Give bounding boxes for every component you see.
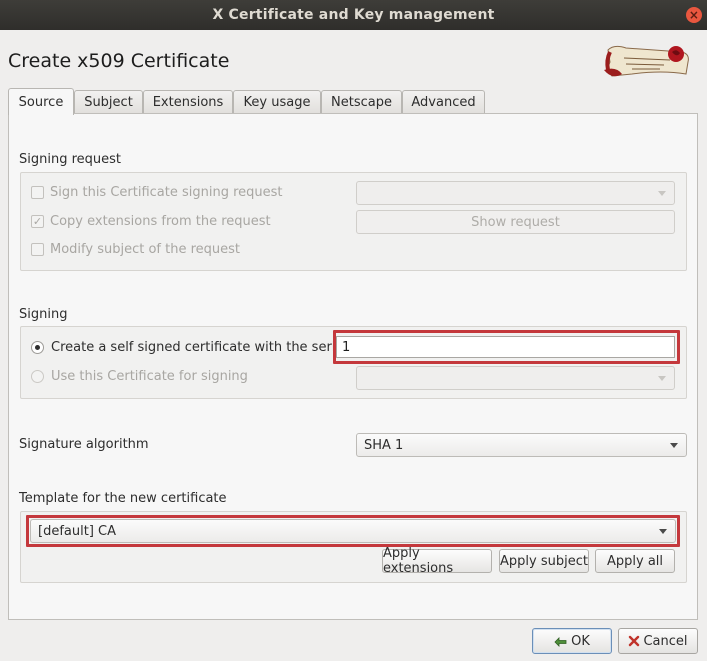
signature-algorithm-value: SHA 1 [364,437,404,453]
copy-extensions-label: Copy extensions from the request [50,214,271,229]
tab-advanced[interactable]: Advanced [402,90,485,114]
tab-source[interactable]: Source [8,88,74,115]
page-title: Create x509 Certificate [8,50,230,72]
apply-subject-button[interactable]: Apply subject [499,549,589,573]
tab-key-usage[interactable]: Key usage [233,90,321,114]
chevron-down-icon [658,191,666,196]
ca-certificate-select[interactable] [356,366,675,390]
ok-arrow-icon [554,637,567,647]
tab-netscape[interactable]: Netscape [321,90,402,114]
modify-subject-label: Modify subject of the request [50,242,241,257]
modify-subject-checkbox[interactable] [31,243,44,256]
chevron-down-icon [670,443,678,448]
signature-algorithm-select[interactable]: SHA 1 [356,433,687,457]
template-select-value: [default] CA [38,523,116,539]
template-select[interactable]: [default] CA [30,519,676,543]
signing-request-heading: Signing request [19,152,122,167]
apply-extensions-button[interactable]: Apply extensions [382,546,492,576]
chevron-down-icon [658,376,666,381]
copy-extensions-checkbox[interactable]: ✓ [31,215,44,228]
use-ca-radio[interactable] [31,370,44,383]
sign-csr-label: Sign this Certificate signing request [50,185,283,200]
show-request-button[interactable]: Show request [356,210,675,234]
tab-extensions[interactable]: Extensions [143,90,233,114]
self-signed-label: Create a self signed certificate with th… [51,340,347,355]
apply-all-button[interactable]: Apply all [595,549,675,573]
template-heading: Template for the new certificate [19,491,227,506]
self-signed-radio[interactable] [31,341,44,354]
use-ca-label: Use this Certificate for signing [51,369,248,384]
cancel-x-icon [629,635,640,647]
chevron-down-icon [659,529,667,534]
serial-input[interactable]: 1 [336,336,675,358]
signing-heading: Signing [19,307,68,322]
tab-subject[interactable]: Subject [74,90,143,114]
cancel-label: Cancel [643,633,688,649]
sign-csr-checkbox[interactable] [31,186,44,199]
signature-algorithm-label: Signature algorithm [19,437,149,452]
window-title: X Certificate and Key management [212,7,495,23]
close-icon[interactable]: × [686,7,702,23]
title-bar: X Certificate and Key management × [0,0,707,30]
cancel-button[interactable]: Cancel [618,628,698,654]
signing-request-select[interactable] [356,181,675,205]
ok-label: OK [571,633,590,649]
xca-logo-icon [604,45,689,77]
ok-button[interactable]: OK [532,628,612,654]
